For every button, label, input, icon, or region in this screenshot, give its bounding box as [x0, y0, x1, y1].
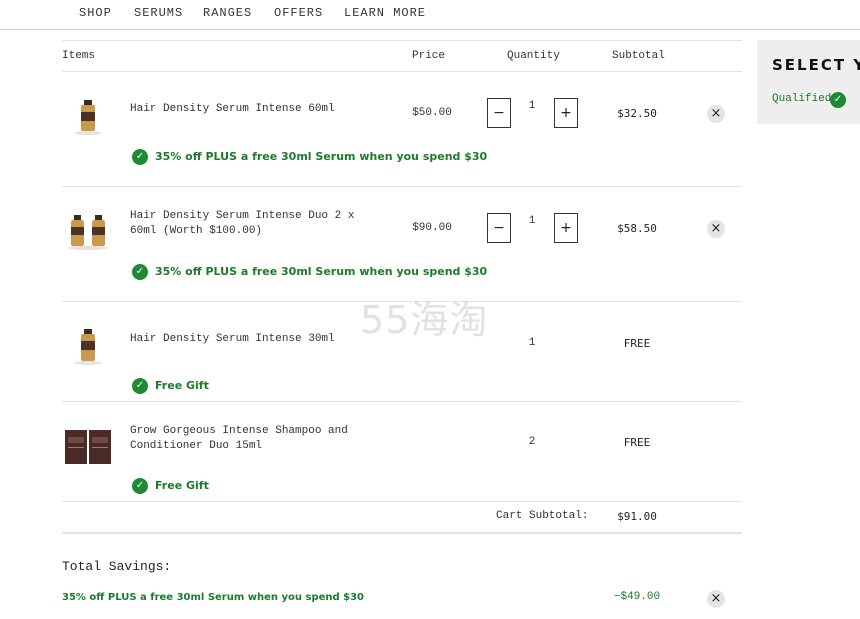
- promo-message: 35% off PLUS a free 30ml Serum when you …: [155, 150, 488, 163]
- quantity-value: 1: [528, 215, 536, 227]
- cart-row: Hair Density Serum Intense 30ml 1 FREE ✓…: [62, 302, 742, 402]
- top-navigation: SHOP SERUMS RANGES OFFERS LEARN MORE: [0, 0, 860, 30]
- quantity-value: 2: [528, 436, 536, 448]
- check-icon: ✓: [132, 378, 148, 394]
- row-subtotal: $58.50: [617, 222, 657, 235]
- nav-item-learn-more[interactable]: LEARN MORE: [344, 6, 426, 20]
- remove-item-button[interactable]: ×: [707, 220, 725, 238]
- promo-message: Free Gift: [155, 479, 209, 492]
- promo-message: 35% off PLUS a free 30ml Serum when you …: [155, 265, 488, 278]
- cart-subtotal-row: Cart Subtotal: $91.00: [62, 502, 742, 534]
- check-icon: ✓: [132, 149, 148, 165]
- cart-subtotal-value: $91.00: [617, 510, 657, 523]
- nav-item-serums[interactable]: SERUMS: [134, 6, 183, 20]
- header-quantity: Quantity: [507, 50, 560, 62]
- remove-item-button[interactable]: ×: [707, 105, 725, 123]
- header-items: Items: [62, 50, 96, 62]
- select-panel-title: SELECT Y: [772, 56, 860, 74]
- cart-row: Grow Gorgeous Intense Shampoo and Condit…: [62, 402, 742, 502]
- promo-message: Free Gift: [155, 379, 209, 392]
- product-name[interactable]: Grow Gorgeous Intense Shampoo and Condit…: [130, 424, 360, 454]
- product-name[interactable]: Hair Density Serum Intense 60ml: [130, 102, 360, 117]
- check-icon: ✓: [830, 92, 846, 108]
- check-icon: ✓: [132, 478, 148, 494]
- quantity-increase-button[interactable]: +: [554, 98, 578, 128]
- row-subtotal: FREE: [623, 436, 651, 449]
- product-name[interactable]: Hair Density Serum Intense Duo 2 x 60ml …: [130, 209, 360, 239]
- quantity-decrease-button[interactable]: −: [487, 98, 511, 128]
- check-icon: ✓: [132, 264, 148, 280]
- header-subtotal: Subtotal: [612, 50, 665, 62]
- serum-duo-icon[interactable]: [62, 209, 114, 253]
- cart-subtotal-label: Cart Subtotal:: [496, 510, 589, 522]
- quantity-decrease-button[interactable]: −: [487, 213, 511, 243]
- savings-promo-message: 35% off PLUS a free 30ml Serum when you …: [62, 592, 365, 603]
- quantity-value: 1: [528, 337, 536, 349]
- nav-item-offers[interactable]: OFFERS: [274, 6, 323, 20]
- nav-item-shop[interactable]: SHOP: [79, 6, 112, 20]
- cart-table: Items Price Quantity Subtotal Hair Densi…: [62, 40, 742, 534]
- quantity-value: 1: [528, 100, 536, 112]
- product-name[interactable]: Hair Density Serum Intense 30ml: [130, 332, 360, 347]
- select-panel: SELECT Y Qualified ✓: [757, 40, 860, 124]
- nav-item-ranges[interactable]: RANGES: [203, 6, 252, 20]
- qualified-status: Qualified: [772, 93, 832, 105]
- cart-header-row: Items Price Quantity Subtotal: [62, 40, 742, 72]
- serum-bottle-icon[interactable]: [62, 94, 114, 138]
- row-subtotal: $32.50: [617, 107, 657, 120]
- remove-promo-button[interactable]: ×: [707, 590, 725, 608]
- product-price: $90.00: [412, 222, 452, 234]
- cart-row: Hair Density Serum Intense 60ml $50.00 −…: [62, 72, 742, 187]
- sachet-icon[interactable]: [62, 427, 114, 467]
- cart-row: Hair Density Serum Intense Duo 2 x 60ml …: [62, 187, 742, 302]
- row-subtotal: FREE: [623, 337, 651, 350]
- serum-bottle-icon[interactable]: [62, 324, 114, 368]
- quantity-increase-button[interactable]: +: [554, 213, 578, 243]
- total-savings-title: Total Savings:: [62, 559, 172, 574]
- savings-value: −$49.00: [613, 591, 661, 603]
- product-price: $50.00: [412, 107, 452, 119]
- header-price: Price: [412, 50, 446, 62]
